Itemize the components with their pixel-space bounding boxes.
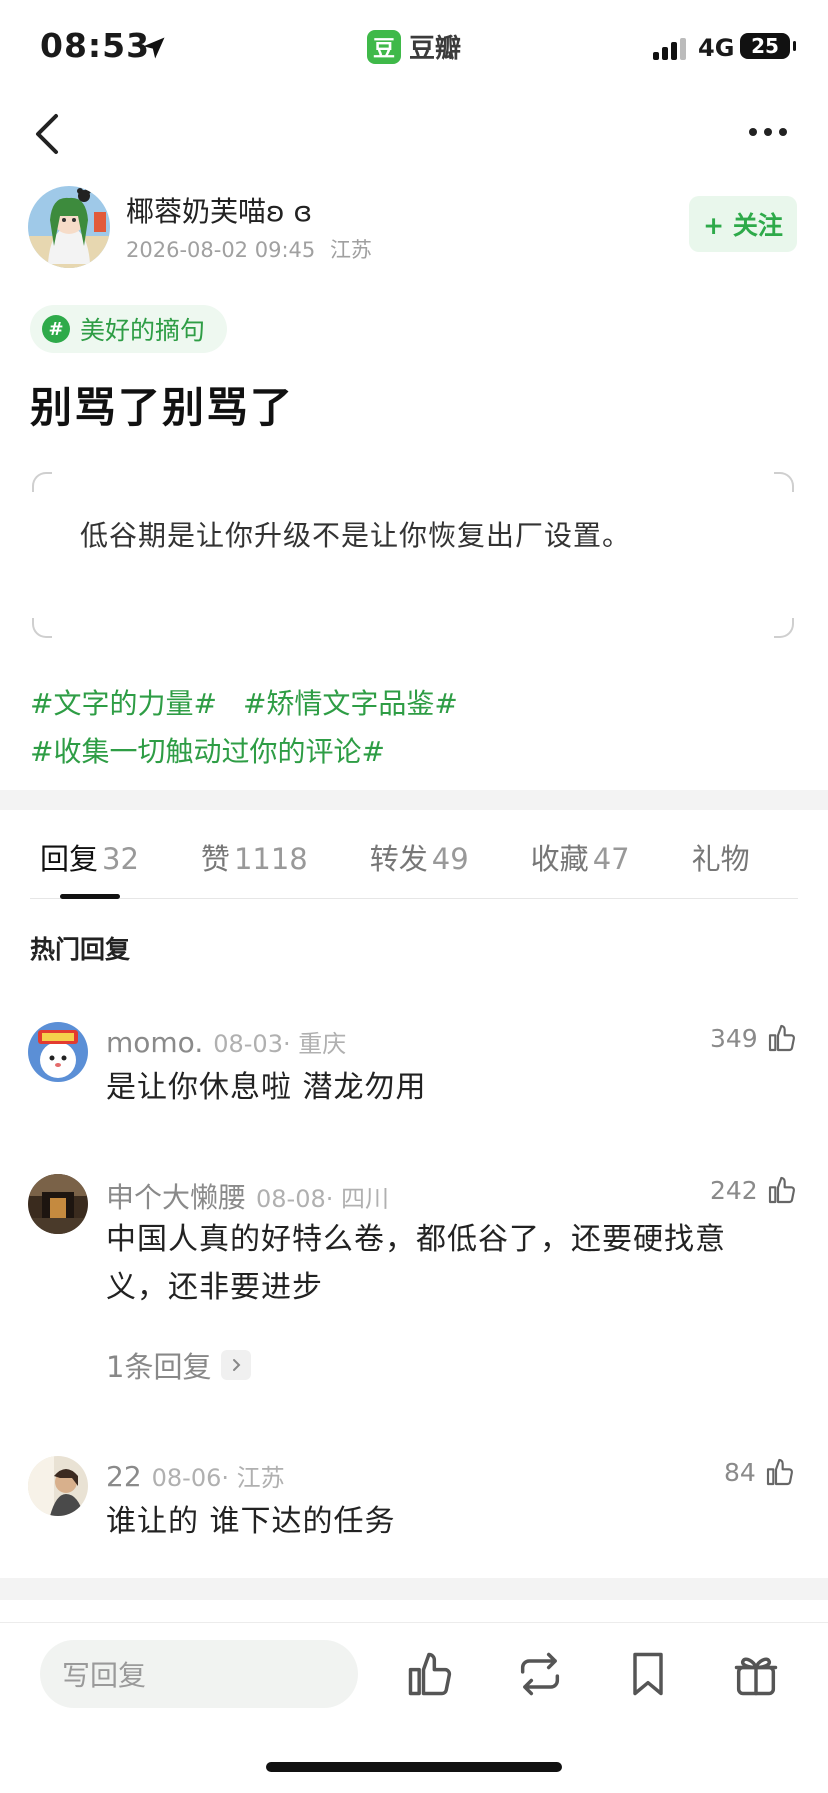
comment-text: 中国人真的好特么卷，都低谷了，还要硬找意义，还非要进步 (106, 1222, 726, 1305)
section-divider (0, 1578, 828, 1600)
like-count: 84 (724, 1457, 756, 1487)
comment-location: 江苏 (236, 1464, 285, 1492)
hashtag-link[interactable]: #文字的力量# (30, 687, 217, 720)
comment-avatar[interactable] (28, 1022, 88, 1082)
comment-avatar[interactable] (28, 1456, 88, 1516)
gift-button[interactable] (730, 1648, 782, 1700)
comment-author[interactable]: 22 (106, 1460, 142, 1493)
post-title: 别骂了别骂了 (30, 383, 295, 432)
tab-reposts[interactable]: 转发 49 (370, 836, 469, 878)
thumbs-up-icon (768, 1176, 795, 1204)
quote-box: 低谷期是让你升级不是让你恢复出厂设置。 (32, 472, 794, 638)
battery-icon: 25 (740, 33, 796, 59)
thumbs-up-icon (766, 1458, 793, 1486)
comment-location: 重庆 (298, 1030, 347, 1058)
reply-input[interactable]: 写回复 (40, 1640, 358, 1708)
hashtag-list: #文字的力量# #矫情文字品鉴# #收集一切触动过你的评论# (30, 680, 790, 776)
replies-count-label: 1条回复 (106, 1350, 212, 1384)
comment-author[interactable]: momo. (106, 1026, 203, 1059)
comment-text: 谁让的 谁下达的任务 (106, 1504, 396, 1539)
active-tab-indicator (60, 894, 120, 899)
home-indicator (266, 1762, 562, 1772)
tab-replies[interactable]: 回复 32 (40, 836, 139, 878)
view-replies-link[interactable]: 1条回复 (106, 1344, 252, 1386)
comment-date: 08-06 (151, 1464, 222, 1492)
comment-like-button[interactable]: 349 (710, 1022, 798, 1054)
comment-avatar[interactable] (28, 1174, 88, 1234)
cellular-signal-icon (653, 38, 686, 60)
battery-level: 25 (751, 34, 779, 58)
back-button[interactable] (22, 106, 72, 162)
douban-logo-icon: 豆 (367, 29, 401, 64)
comment-location: 四川 (341, 1185, 390, 1213)
bookmark-button[interactable] (622, 1648, 674, 1700)
comment-text: 是让你休息啦 潜龙勿用 (106, 1070, 427, 1105)
quote-text: 低谷期是让你升级不是让你恢复出厂设置。 (80, 519, 632, 552)
post-date: 2026-08-02 09:45 (126, 238, 316, 262)
hash-icon: # (42, 315, 70, 343)
section-divider (0, 790, 828, 810)
like-count: 349 (710, 1023, 758, 1053)
app-name: 豆瓣 (409, 34, 462, 64)
follow-button[interactable]: + 关注 (689, 196, 797, 252)
location-arrow-icon (143, 37, 165, 59)
more-options-button[interactable] (740, 112, 796, 152)
topic-label: 美好的摘句 (80, 316, 206, 345)
tab-likes[interactable]: 赞 1118 (201, 836, 308, 878)
comment-like-button[interactable]: 84 (724, 1456, 796, 1488)
like-count: 242 (710, 1175, 758, 1205)
thumbs-up-icon (768, 1024, 795, 1052)
hashtag-link[interactable]: #收集一切触动过你的评论# (30, 735, 385, 768)
comment-date: 08-08 (256, 1185, 326, 1213)
comment-like-button[interactable]: 242 (710, 1174, 798, 1206)
chevron-right-icon (221, 1350, 252, 1380)
author-name[interactable]: 椰蓉奶芙喵ʚ ɞ (126, 190, 312, 230)
post-location: 江苏 (329, 238, 372, 262)
comment-header: momo. 08-03· 重庆 (106, 1026, 347, 1059)
tabs-divider (30, 898, 798, 899)
topic-chip[interactable]: # 美好的摘句 (30, 305, 228, 353)
comment-header: 申个大懒腰 08-08· 四川 (106, 1181, 390, 1214)
interaction-tabs: 回复 32 赞 1118 转发 49 收藏 47 礼物 (40, 836, 812, 878)
hot-replies-heading: 热门回复 (30, 935, 131, 964)
repost-button[interactable] (514, 1648, 566, 1700)
comment-header: 22 08-06· 江苏 (106, 1460, 285, 1493)
author-avatar[interactable] (28, 186, 110, 268)
tab-gifts[interactable]: 礼物 (692, 836, 750, 878)
like-post-button[interactable] (404, 1648, 456, 1700)
status-time: 08:53 (40, 26, 151, 65)
tab-collections[interactable]: 收藏 47 (531, 836, 630, 878)
hashtag-link[interactable]: #矫情文字品鉴# (243, 687, 458, 720)
comment-author[interactable]: 申个大懒腰 (106, 1181, 246, 1214)
post-meta: 2026-08-02 09:45 江苏 (126, 234, 372, 264)
app-badge: 豆 豆瓣 (367, 28, 461, 65)
network-type: 4G (698, 34, 735, 62)
comment-date: 08-03 (213, 1030, 283, 1058)
